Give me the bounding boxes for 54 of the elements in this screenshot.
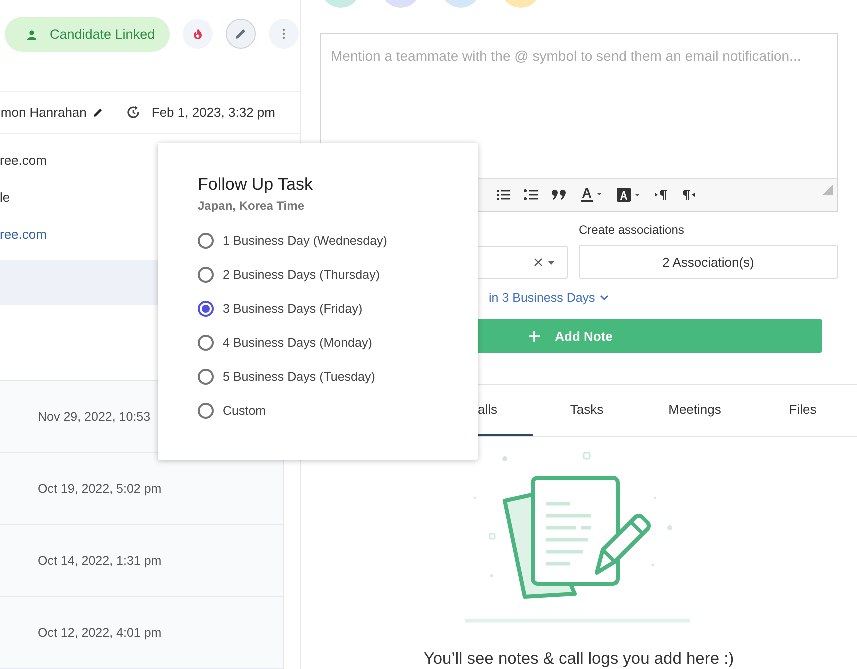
chevron-down-icon bbox=[600, 295, 610, 301]
more-icon bbox=[282, 28, 286, 40]
updated-date: Feb 1, 2023, 3:32 pm bbox=[152, 104, 276, 120]
option-label[interactable]: 1 Business Day (Wednesday) bbox=[223, 234, 388, 248]
plus-icon bbox=[529, 330, 540, 342]
option-label[interactable]: Custom bbox=[223, 404, 266, 418]
pencil-icon[interactable] bbox=[92, 106, 104, 118]
history-date: Oct 12, 2022, 4:01 pm bbox=[38, 626, 162, 640]
tab[interactable]: Meetings bbox=[641, 385, 749, 436]
radio-button[interactable] bbox=[198, 335, 214, 351]
refresh-icon bbox=[126, 104, 141, 120]
follow-up-link[interactable]: in 3 Business Days bbox=[489, 291, 610, 305]
history-row[interactable]: Oct 14, 2022, 1:31 pm bbox=[0, 525, 283, 597]
detail-text: ree.com bbox=[0, 152, 47, 170]
history-row[interactable]: Oct 19, 2022, 5:02 pm bbox=[0, 453, 283, 525]
resize-grip-icon[interactable] bbox=[823, 185, 833, 195]
rtl-paragraph-icon[interactable] bbox=[682, 189, 695, 201]
owner-name: imon Hanrahan bbox=[0, 104, 87, 120]
popup-title: Follow Up Task bbox=[198, 175, 313, 195]
clear-icon[interactable] bbox=[534, 258, 543, 267]
associations-button[interactable]: 2 Association(s) bbox=[579, 245, 838, 279]
radio-button[interactable] bbox=[198, 403, 214, 419]
popup-subtitle: Japan, Korea Time bbox=[198, 199, 304, 213]
text-color-icon[interactable] bbox=[581, 187, 603, 203]
radio-button[interactable] bbox=[198, 233, 214, 249]
radio-button[interactable] bbox=[198, 267, 214, 283]
radio-button[interactable] bbox=[198, 301, 214, 317]
edit-button[interactable] bbox=[226, 19, 256, 49]
history-row[interactable]: Oct 12, 2022, 4:01 pm bbox=[0, 597, 283, 669]
status-label: Candidate Linked bbox=[50, 27, 156, 42]
pencil-icon bbox=[234, 27, 248, 41]
detail-text: le bbox=[0, 188, 10, 207]
option-label[interactable]: 5 Business Days (Tuesday) bbox=[223, 370, 376, 384]
fire-button[interactable] bbox=[183, 19, 214, 49]
note-editor[interactable]: Mention a teammate with the @ symbol to send them an email notification... bbox=[320, 33, 838, 212]
radio-button[interactable] bbox=[198, 369, 214, 385]
person-icon bbox=[27, 30, 37, 40]
empty-state-message: You’ll see notes & call logs you add here :) bbox=[424, 650, 734, 669]
caret-icon bbox=[548, 260, 555, 264]
history-date: Oct 19, 2022, 5:02 pm bbox=[38, 482, 162, 496]
tab[interactable]: Files bbox=[749, 385, 857, 436]
email-link[interactable]: ree.com bbox=[0, 224, 47, 245]
option-label[interactable]: 2 Business Days (Thursday) bbox=[223, 268, 380, 282]
history-date: Nov 29, 2022, 10:53 bbox=[38, 410, 151, 424]
bullet-list-icon[interactable] bbox=[524, 189, 538, 201]
history-date: Oct 14, 2022, 1:31 pm bbox=[38, 554, 162, 568]
option-label[interactable]: 3 Business Days (Friday) bbox=[223, 302, 363, 316]
highlight-color-icon[interactable] bbox=[617, 188, 641, 202]
tab[interactable]: Tasks bbox=[533, 385, 641, 436]
flame-icon bbox=[193, 28, 204, 40]
associations-label: Create associations bbox=[579, 223, 684, 237]
numbered-list-icon[interactable] bbox=[497, 189, 510, 201]
ltr-paragraph-icon[interactable] bbox=[655, 189, 668, 201]
quote-icon[interactable] bbox=[552, 190, 567, 200]
